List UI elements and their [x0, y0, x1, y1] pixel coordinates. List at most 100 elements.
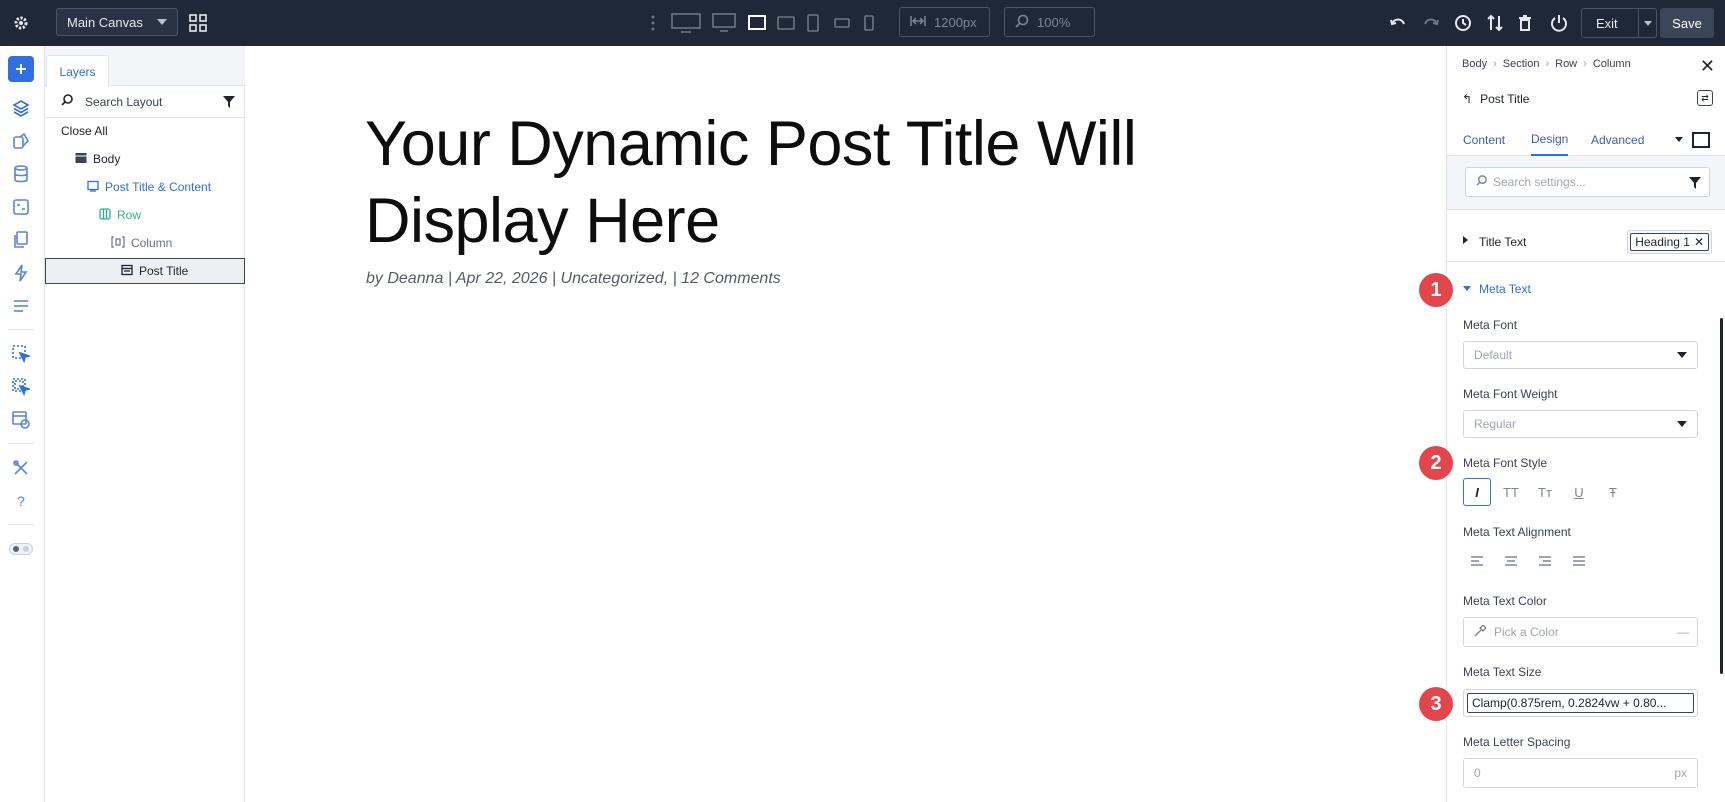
tab-layers[interactable]: Layers [46, 55, 109, 87]
breadcrumb-item-column[interactable]: Column [1593, 58, 1631, 70]
meta-letter-spacing-input[interactable]: 0 px [1463, 758, 1698, 788]
tablet-landscape-icon[interactable] [776, 13, 796, 33]
layers-search-input[interactable]: Search Layout [45, 86, 245, 118]
undo-icon[interactable] [1388, 13, 1408, 33]
zoom-value: 100% [1037, 14, 1071, 30]
desktop-wide-icon[interactable] [670, 12, 702, 34]
close-icon[interactable]: ✕ [1694, 235, 1704, 249]
save-button[interactable]: Save [1660, 8, 1714, 38]
chevron-down-icon [157, 19, 167, 25]
layer-item-column[interactable]: Column [45, 230, 245, 256]
preview-settings-icon[interactable] [8, 407, 34, 433]
phone-landscape-icon[interactable] [832, 14, 852, 32]
canvas-select[interactable]: Main Canvas [56, 8, 178, 36]
align-justify-icon[interactable] [1565, 547, 1593, 575]
multi-select-icon[interactable] [8, 374, 34, 400]
post-title-heading[interactable]: Your Dynamic Post Title Will Display Her… [365, 106, 1265, 260]
power-icon[interactable] [1548, 12, 1570, 34]
trash-icon[interactable] [1515, 12, 1535, 34]
layer-item-body[interactable]: Body [45, 146, 245, 172]
group-meta-text[interactable]: Meta Text [1447, 269, 1725, 309]
database-icon[interactable] [8, 161, 34, 187]
layer-item-post-title-content[interactable]: Post Title & Content [45, 174, 245, 200]
section-icon [75, 152, 87, 167]
align-center-icon[interactable] [1497, 547, 1525, 575]
pages-icon[interactable] [8, 227, 34, 253]
more-options-icon[interactable] [648, 13, 658, 33]
heading-tag-label: Heading 1 [1635, 235, 1690, 249]
group-title-text[interactable]: Title Text Heading 1 ✕ [1447, 222, 1725, 262]
width-arrows-icon [910, 15, 926, 30]
module-options-icon[interactable]: ⇄ [1697, 90, 1713, 106]
grid-view-icon[interactable] [188, 13, 208, 33]
layers-icon[interactable] [8, 95, 34, 121]
tab-design[interactable]: Design [1531, 124, 1569, 156]
page-settings-icon[interactable] [8, 194, 34, 220]
laptop-active-icon[interactable] [746, 12, 768, 34]
module-title-label: Post Title [1480, 92, 1530, 106]
settings-gear-icon[interactable] [10, 12, 32, 34]
theme-toggle-icon[interactable] [8, 536, 34, 562]
chevron-down-icon [1677, 421, 1687, 427]
layer-item-row[interactable]: Row [45, 202, 245, 228]
close-icon[interactable]: ✕ [1700, 56, 1715, 77]
settings-panel: Body › Section › Row › Column ✕ ↰ Post T… [1446, 46, 1725, 802]
history-icon[interactable] [1452, 12, 1474, 34]
lightning-icon[interactable] [8, 260, 34, 286]
row-icon [99, 207, 111, 223]
align-left-icon[interactable] [1463, 547, 1491, 575]
redo-icon[interactable] [1421, 13, 1441, 33]
canvas-width-value: 1200px [934, 14, 977, 30]
breadcrumb-item-body[interactable]: Body [1462, 58, 1487, 70]
eyedropper-icon [1474, 623, 1487, 640]
tab-content[interactable]: Content [1463, 124, 1505, 156]
align-right-icon[interactable] [1531, 547, 1559, 575]
meta-font-weight-select[interactable]: Regular [1463, 410, 1698, 438]
tab-advanced[interactable]: Advanced [1591, 124, 1644, 156]
preview-toggle-icon[interactable] [1692, 132, 1710, 148]
filter-icon[interactable] [1689, 177, 1701, 192]
settings-search-placeholder: Search settings... [1493, 175, 1586, 189]
post-title-module-icon [121, 264, 133, 279]
help-icon[interactable]: ? [8, 488, 34, 514]
phone-portrait-icon[interactable] [861, 13, 877, 33]
clear-color-icon[interactable]: — [1677, 625, 1689, 639]
underline-button[interactable]: U [1565, 478, 1593, 506]
settings-search-wrap: Search settings... [1447, 156, 1725, 210]
left-icon-rail: ? [0, 46, 45, 802]
meta-letter-spacing-label: Meta Letter Spacing [1463, 735, 1571, 749]
exit-options-dropdown[interactable] [1638, 9, 1656, 37]
filter-icon[interactable] [223, 96, 235, 111]
tools-icon[interactable] [8, 455, 34, 481]
strikethrough-button[interactable]: Ŧ [1599, 478, 1627, 506]
uppercase-button[interactable]: TT [1497, 478, 1525, 506]
post-meta-text[interactable]: by Deanna | Apr 22, 2026 | Uncategorized… [366, 270, 781, 288]
breadcrumb-item-row[interactable]: Row [1555, 58, 1577, 70]
back-arrow-icon[interactable]: ↰ [1462, 92, 1472, 106]
breadcrumb-item-section[interactable]: Section [1503, 58, 1540, 70]
exit-label: Exit [1596, 15, 1618, 31]
tablet-portrait-icon[interactable] [804, 12, 822, 34]
meta-font-select[interactable]: Default [1463, 341, 1698, 369]
capitalize-button[interactable]: Tт [1531, 478, 1559, 506]
italic-button[interactable]: I [1463, 478, 1491, 506]
meta-text-color-picker[interactable]: Pick a Color — [1463, 617, 1698, 647]
settings-search-input[interactable]: Search settings... [1465, 167, 1710, 197]
heading-level-select[interactable]: Heading 1 ✕ [1627, 230, 1712, 254]
settings-scrollbar[interactable] [1720, 318, 1723, 674]
desktop-icon[interactable] [711, 12, 737, 34]
close-all-button[interactable]: Close All [45, 118, 245, 144]
select-element-icon[interactable] [8, 341, 34, 367]
layer-item-post-title[interactable]: Post Title [45, 258, 245, 284]
sort-arrows-icon[interactable] [1484, 12, 1506, 34]
meta-text-alignment-buttons [1463, 547, 1593, 575]
canvas-width-input[interactable]: 1200px [899, 7, 990, 37]
canvas-preview: Your Dynamic Post Title Will Display Her… [246, 46, 1446, 802]
zoom-input[interactable]: 100% [1004, 7, 1095, 37]
tabs-more-dropdown[interactable] [1675, 137, 1683, 142]
add-element-button[interactable] [8, 56, 34, 82]
design-variables-icon[interactable] [8, 128, 34, 154]
list-settings-icon[interactable] [8, 293, 34, 319]
meta-text-size-input[interactable]: Clamp(0.875rem, 0.2824vw + 0.80... [1463, 689, 1698, 717]
exit-button[interactable]: Exit [1581, 8, 1657, 38]
